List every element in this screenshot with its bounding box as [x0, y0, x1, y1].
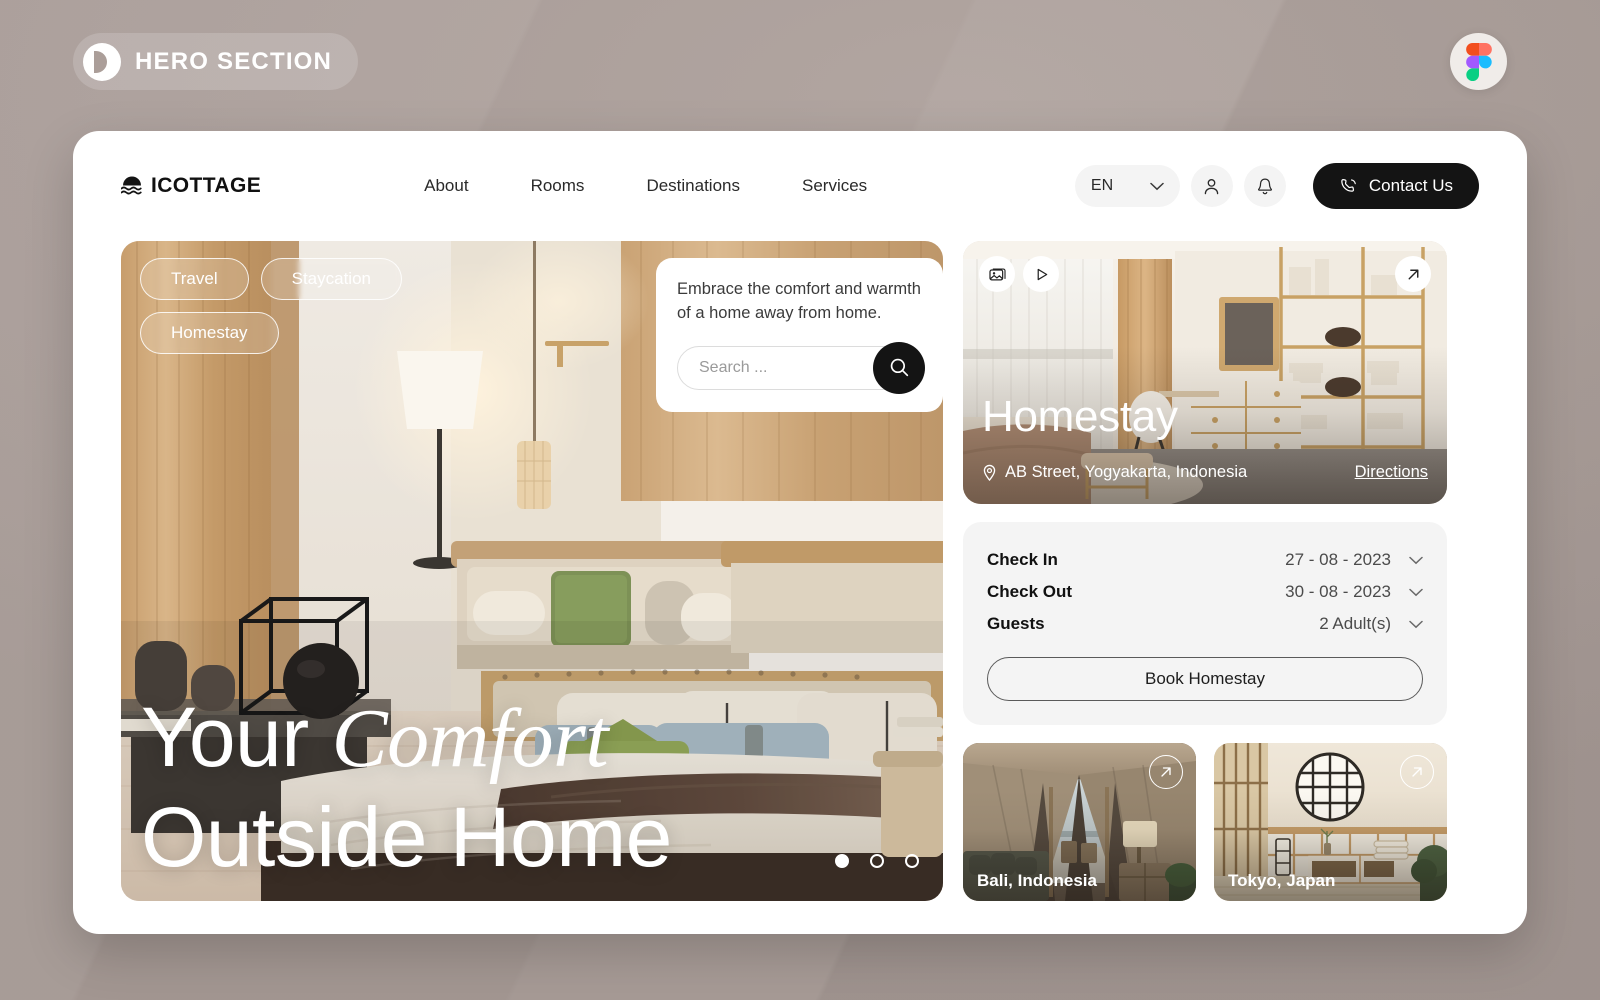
- brand-logo[interactable]: ICOTTAGE: [121, 174, 261, 198]
- hero-headline-line1: Your Comfort: [141, 688, 672, 788]
- check-in-value: 27 - 08 - 2023: [1285, 550, 1391, 569]
- nav-link-destinations[interactable]: Destinations: [646, 176, 740, 196]
- notifications-button[interactable]: [1243, 165, 1286, 207]
- language-selector[interactable]: EN: [1074, 165, 1180, 207]
- guests-value: 2 Adult(s): [1319, 614, 1391, 633]
- figma-logo-glyph: [1465, 42, 1492, 81]
- filter-pill-staycation[interactable]: Staycation: [260, 258, 402, 300]
- play-icon: [1037, 268, 1047, 280]
- language-value: EN: [1090, 177, 1114, 194]
- hero-headline-plain: Your: [141, 689, 332, 784]
- hero-column: Travel Staycation Homestay Embrace the c…: [121, 241, 943, 901]
- homestay-title: Homestay: [982, 392, 1178, 441]
- check-in-chevron-down-icon[interactable]: [1409, 556, 1423, 565]
- guests-label: Guests: [987, 614, 1045, 633]
- homestay-address: AB Street, Yogyakarta, Indonesia: [982, 463, 1247, 482]
- bali-label: Bali, Indonesia: [977, 871, 1097, 890]
- arrow-up-right-icon: [1408, 269, 1418, 279]
- check-out-chevron-down-icon[interactable]: [1409, 588, 1423, 597]
- book-homestay-button[interactable]: Book Homestay: [987, 657, 1423, 701]
- chevron-down-icon: [1150, 182, 1164, 190]
- arrow-up-right-icon: [1412, 767, 1422, 777]
- nav-link-services[interactable]: Services: [802, 176, 867, 196]
- main-content: Travel Staycation Homestay Embrace the c…: [121, 241, 1479, 901]
- booking-row-check-out[interactable]: Check Out 30 - 08 - 2023: [987, 576, 1423, 608]
- hero-section-badge-label: HERO SECTION: [135, 47, 333, 75]
- destination-card-tokyo[interactable]: Tokyo, Japan: [1214, 743, 1447, 901]
- user-icon: [1205, 178, 1219, 194]
- tokyo-label: Tokyo, Japan: [1228, 871, 1336, 890]
- phone-icon: [1341, 178, 1356, 192]
- directions-link[interactable]: Directions: [1355, 463, 1428, 482]
- account-button[interactable]: [1190, 165, 1233, 207]
- carousel-dot-3[interactable]: [905, 854, 919, 868]
- hero-section-badge: HERO SECTION: [73, 33, 359, 90]
- search-row: [677, 341, 925, 394]
- check-in-label: Check In: [987, 550, 1058, 569]
- destination-card-bali[interactable]: Bali, Indonesia: [963, 743, 1196, 901]
- carousel-dot-2[interactable]: [870, 854, 884, 868]
- booking-row-guests[interactable]: Guests 2 Adult(s): [987, 608, 1423, 640]
- play-button[interactable]: [1023, 256, 1059, 292]
- arrow-up-right-icon: [1161, 767, 1171, 777]
- booking-panel: Check In 27 - 08 - 2023 Check Out 30 - 0…: [963, 522, 1447, 725]
- sunset-waves-icon: [121, 176, 142, 195]
- hero-image-carousel[interactable]: Travel Staycation Homestay Embrace the c…: [121, 241, 943, 901]
- bali-arrow-button[interactable]: [1149, 755, 1183, 789]
- gallery-button[interactable]: [979, 256, 1015, 292]
- homestay-media-controls: [979, 256, 1059, 292]
- navbar: ICOTTAGE About Rooms Destinations Servic…: [121, 131, 1479, 241]
- tokyo-arrow-button[interactable]: [1400, 755, 1434, 789]
- filter-pill-homestay[interactable]: Homestay: [140, 312, 279, 354]
- gallery-icon: [988, 268, 1006, 280]
- hero-headline: Your Comfort Outside Home: [141, 688, 672, 887]
- nav-link-about[interactable]: About: [424, 176, 468, 196]
- check-out-label: Check Out: [987, 582, 1073, 601]
- nav-link-rooms[interactable]: Rooms: [531, 176, 585, 196]
- homestay-address-text: AB Street, Yogyakarta, Indonesia: [1005, 463, 1248, 481]
- search-tagline: Embrace the comfort and warmth of a home…: [677, 280, 921, 322]
- carousel-dots: [835, 854, 919, 868]
- carousel-dot-1[interactable]: [835, 854, 849, 868]
- contact-us-label: Contact Us: [1368, 176, 1453, 195]
- map-pin-icon: [983, 464, 996, 481]
- hero-headline-italic: Comfort: [331, 691, 609, 785]
- nav-actions: EN Contact Us: [1074, 163, 1479, 209]
- contact-us-button[interactable]: Contact Us: [1312, 163, 1479, 209]
- filter-pill-travel[interactable]: Travel: [140, 258, 249, 300]
- guests-chevron-down-icon[interactable]: [1409, 620, 1423, 629]
- search-card: Embrace the comfort and warmth of a home…: [656, 258, 943, 412]
- hero-filter-pills: Travel Staycation Homestay: [140, 258, 460, 354]
- check-out-value: 30 - 08 - 2023: [1285, 582, 1391, 601]
- booking-row-check-in[interactable]: Check In 27 - 08 - 2023: [987, 544, 1423, 576]
- side-column: Homestay AB Street, Yogyakarta, Indonesi…: [963, 241, 1447, 901]
- figma-logo-icon[interactable]: [1450, 33, 1507, 90]
- search-icon: [890, 359, 908, 377]
- destination-cards: Bali, Indonesia Tokyo, Japan: [963, 743, 1447, 901]
- nav-links: About Rooms Destinations Services: [424, 176, 867, 196]
- homestay-feature-card[interactable]: Homestay AB Street, Yogyakarta, Indonesi…: [963, 241, 1447, 504]
- homestay-expand-button[interactable]: [1395, 256, 1431, 292]
- homestay-meta: AB Street, Yogyakarta, Indonesia Directi…: [982, 463, 1428, 482]
- brand-name: ICOTTAGE: [151, 174, 262, 197]
- bell-icon: [1257, 177, 1272, 194]
- pilcrow-circle-icon: [83, 42, 121, 81]
- app-window: ICOTTAGE About Rooms Destinations Servic…: [73, 131, 1527, 934]
- search-button[interactable]: [873, 341, 925, 394]
- hero-headline-line2: Outside Home: [141, 789, 672, 884]
